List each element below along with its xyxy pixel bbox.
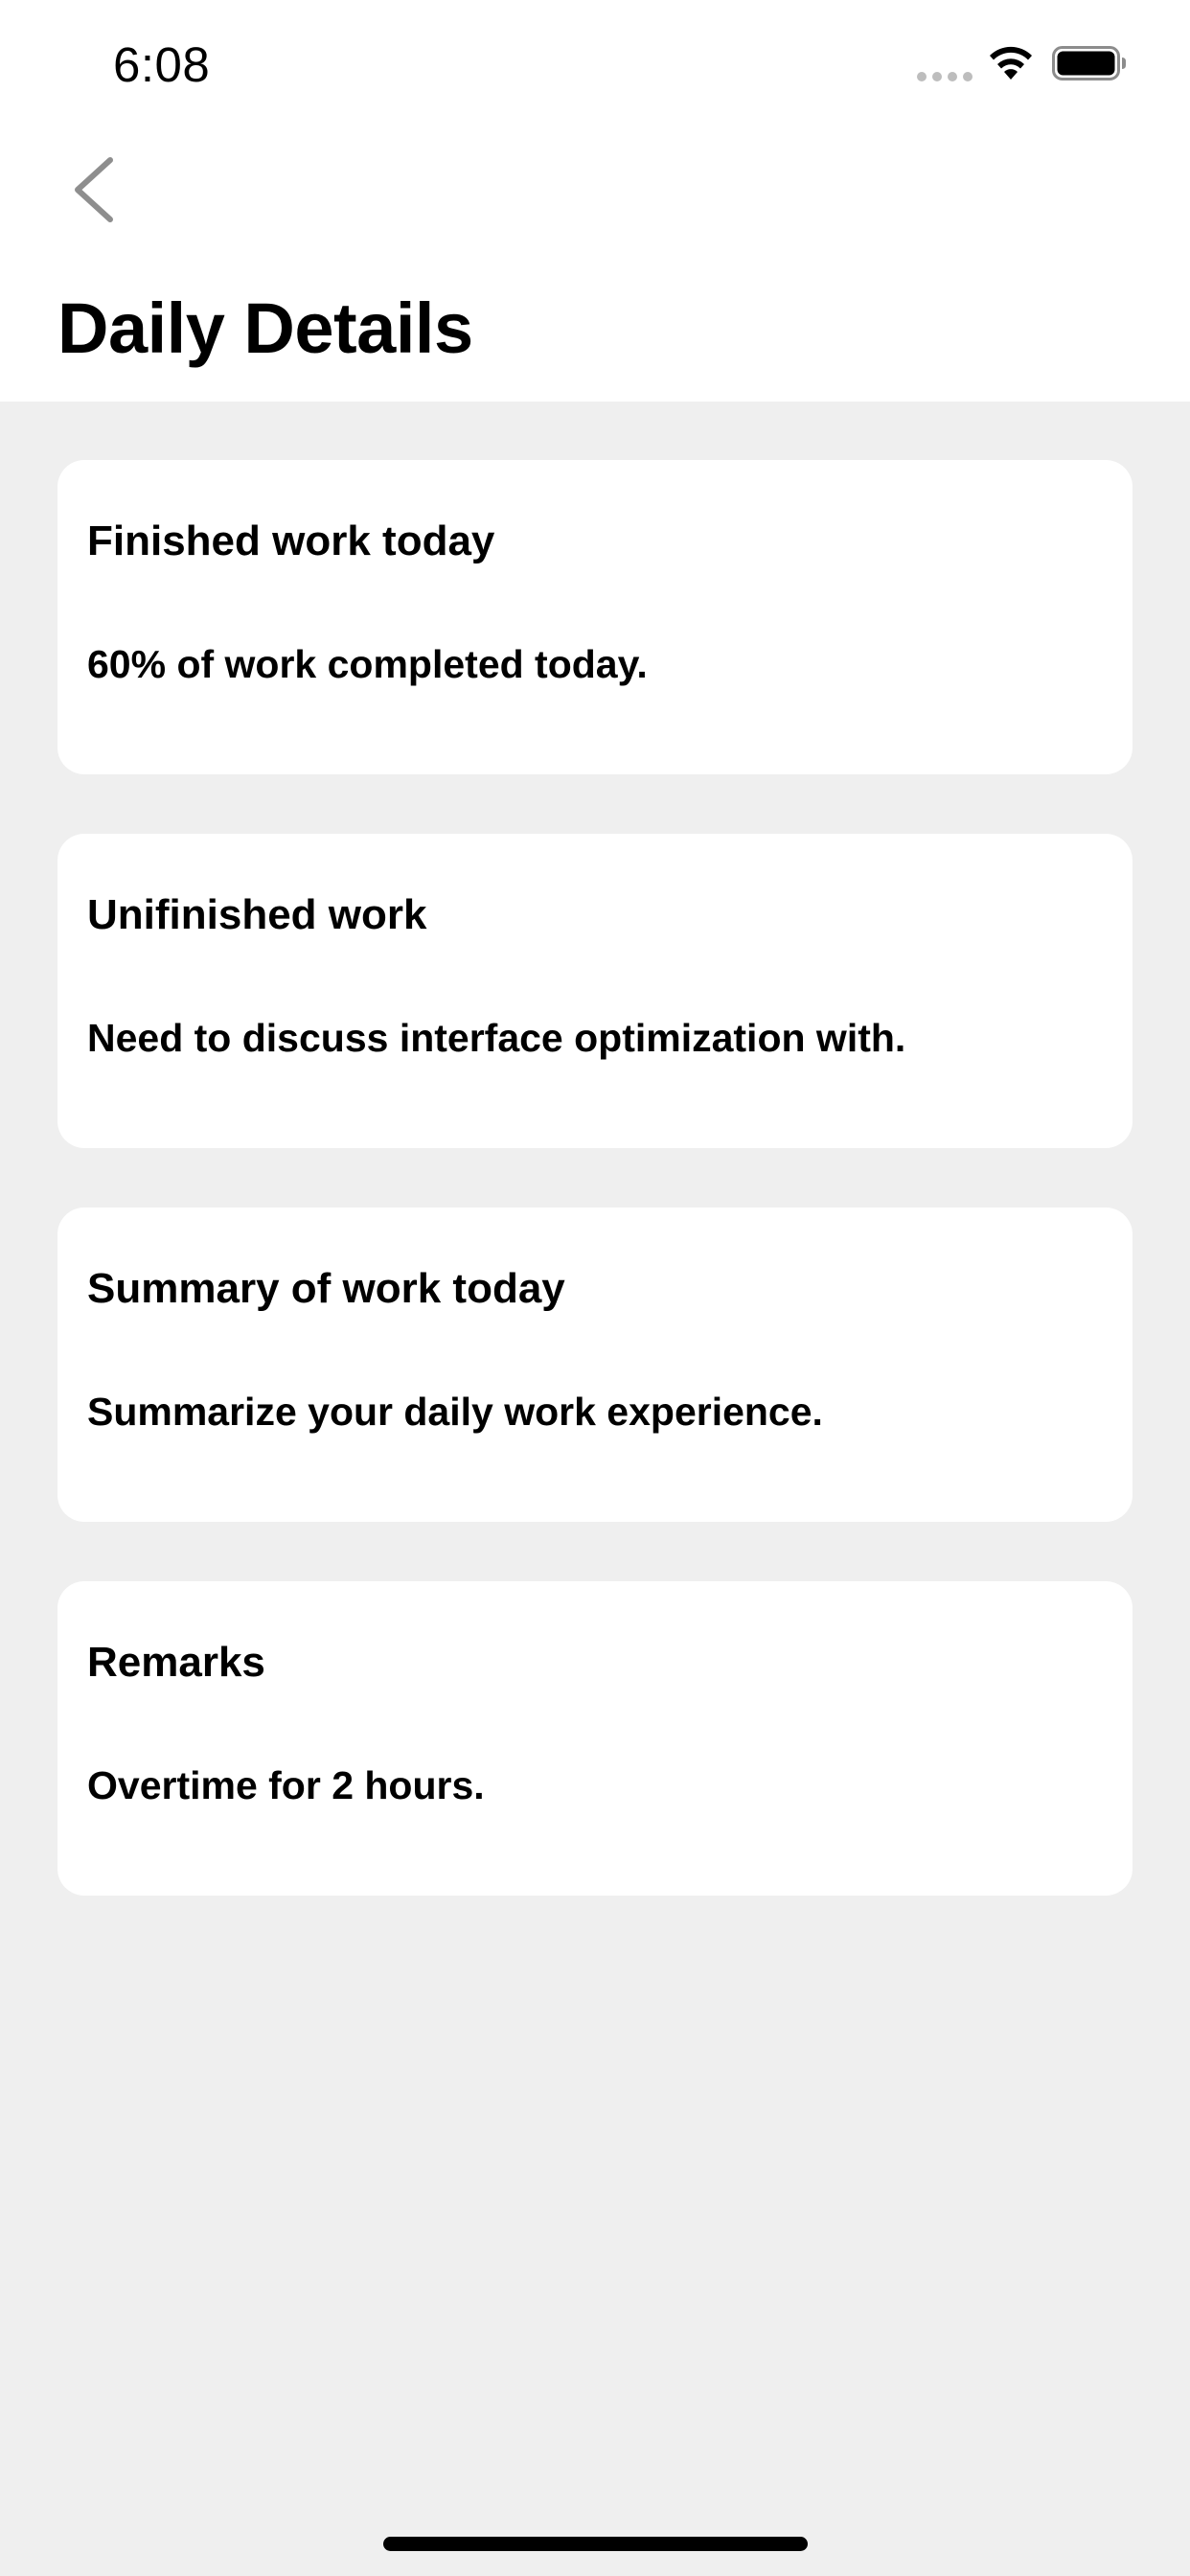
card-body: Overtime for 2 hours. [87,1763,485,1807]
card-finished-work[interactable]: Finished work today 60% of work complete… [57,460,1133,774]
card-title: Finished work today [87,518,495,564]
header-area: 6:08 Daily Details [0,0,1190,402]
card-body: 60% of work completed today. [87,642,648,686]
status-time: 6:08 [113,37,211,92]
card-title: Unifinished work [87,891,427,938]
card-remarks[interactable]: Remarks Overtime for 2 hours. [57,1581,1133,1896]
wifi-icon [990,46,1032,80]
home-indicator [383,2537,808,2551]
card-unfinished-work[interactable]: Unifinished work Need to discuss interfa… [57,834,1133,1148]
back-button[interactable] [59,153,126,226]
details-list: Finished work today 60% of work complete… [57,460,1133,1955]
cellular-signal-icon [917,72,973,81]
battery-icon [1052,46,1126,80]
card-title: Remarks [87,1639,265,1686]
card-title: Summary of work today [87,1265,565,1312]
card-summary[interactable]: Summary of work today Summarize your dai… [57,1208,1133,1522]
status-bar: 6:08 [0,0,1190,126]
page-title: Daily Details [57,288,473,368]
card-body: Summarize your daily work experience. [87,1390,823,1434]
chevron-left-icon [75,157,113,222]
card-body: Need to discuss interface optimization w… [87,1016,906,1060]
